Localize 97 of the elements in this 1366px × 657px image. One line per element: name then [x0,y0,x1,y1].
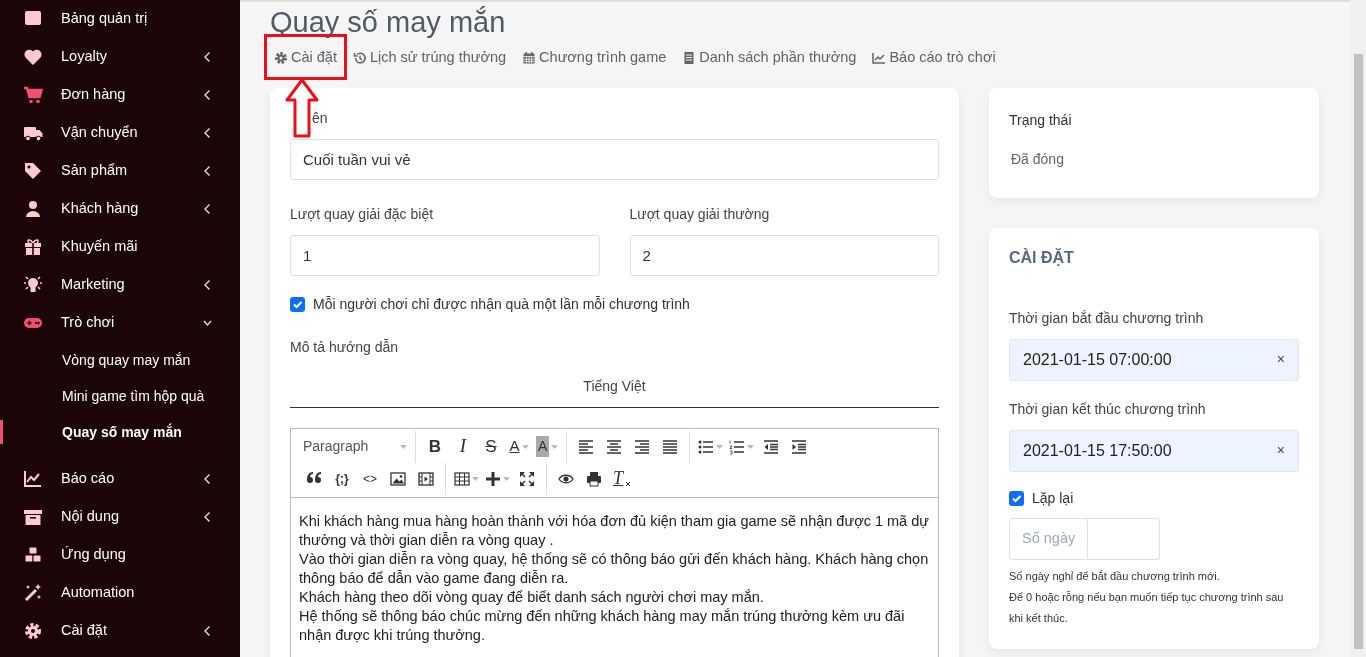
toolbar-button[interactable]: B [421,432,449,461]
bullet-list-icon [698,438,715,455]
name-field[interactable]: Cuối tuần vui vẻ [290,138,939,180]
field-label: Mô tả hướng dẫn [290,337,400,357]
checkbox[interactable] [290,296,305,312]
date-field[interactable]: 2021-01-15 07:00:00 × [1009,338,1299,381]
days-field[interactable] [1088,517,1161,560]
page-tab[interactable]: Lịch sử trúng thưởng [348,43,511,72]
calendar-icon [522,50,537,65]
help-text: Số ngày nghỉ để bắt đầu chương trình mới. [1009,568,1221,584]
submenu-item[interactable]: Quay số may mắn [0,414,240,450]
checkbox-label: Mỗi người chơi chỉ được nhận quà một lần mỗi chương trình [313,294,690,314]
picture-icon [390,470,406,487]
sidebar-item[interactable]: Đơn hàng [0,76,240,114]
sidebar-item[interactable]: Vận chuyển [0,114,240,152]
input-field[interactable]: 1 [290,234,600,276]
cart-icon [22,85,44,105]
caret-icon [716,444,724,449]
align-right-icon [634,438,651,455]
input-addon: Số ngày [1009,517,1089,560]
toolbar-button[interactable]: I [449,432,477,461]
field-label: ên [311,108,329,128]
paragraph: Khi khách hàng mua hàng hoàn thành với hóa đơn đủ kiện tham gia game sẽ nhận được 1 mã dự thưởng và thời gian diễn ra vòng quay . [299,511,930,550]
sidebar-item[interactable]: Sản phẩm [0,152,240,190]
sidebar-item[interactable]: Trò chơi [0,304,240,342]
caret-icon [400,444,407,449]
toolbar-button[interactable]: <> [356,464,384,493]
sidebar-item[interactable]: Ứng dụng [0,536,240,574]
submenu-item[interactable]: Vòng quay may mắn [0,342,240,378]
line-chart-icon [22,469,44,489]
lightbulb-icon [22,275,44,295]
paragraph: Vào thời gian diễn ra vòng quay, hệ thống sẽ có thông báo gửi đến khách hàng. Khách hàng chọn thông báo để dẫn vào game đang diễn ra. [299,549,930,588]
submenu-item[interactable]: Mini game tìm hộp quà [0,378,240,414]
archive-icon [22,507,44,527]
caret-icon [521,444,529,449]
checkbox-label: Lặp lại [1032,488,1074,508]
sidebar-item[interactable]: Báo cáo [0,460,240,498]
video-icon [418,470,434,487]
caret-icon [747,444,755,449]
status-value: Đã đóng [1010,149,1065,169]
paragraph: Khách hàng theo dõi vòng quay để biết danh sách người chơi may mắn. [299,587,765,607]
toolbar-button[interactable]: A [533,432,562,461]
cubes-icon [22,545,44,565]
clear-button[interactable]: × [1276,349,1285,371]
sidebar-item[interactable]: Khuyến mãi [0,228,240,266]
field-label: Thời gian kết thúc chương trình [1009,399,1207,419]
sidebar-item[interactable]: Cài đặt [0,612,240,650]
caret-icon [503,476,510,481]
sidebar-item[interactable]: Khách hàng [0,190,240,228]
sidebar-item[interactable]: Automation [0,574,240,612]
page-tab[interactable]: Báo cáo trò chơi [868,43,1000,72]
fullscreen-icon [519,470,535,487]
scrollbar[interactable] [1350,0,1366,657]
field-label: Lượt quay giải thường [629,204,771,224]
indent-icon [791,438,808,455]
caret-icon [551,444,559,449]
gift-icon [22,237,44,257]
date-field[interactable]: 2021-01-15 17:50:00 × [1009,429,1299,472]
heart-icon [22,47,44,67]
align-left-icon [578,438,595,455]
format-dropdown[interactable]: Paragraph [300,432,410,461]
list-icon [682,50,697,65]
justify-icon [662,438,679,455]
page-tab[interactable]: Danh sách phần thưởng [678,43,861,72]
plus-icon [485,470,501,487]
page-tab[interactable]: Cài đặt [270,43,341,72]
clear-x-icon [625,480,631,487]
page-tab[interactable]: Chương trình game [518,43,671,72]
toolbar-button[interactable]: S [477,432,505,461]
clear-button[interactable]: × [1276,440,1285,462]
toolbar-button[interactable]: A [505,432,533,461]
tag-icon [22,161,44,181]
sidebar-item[interactable]: Loyalty [0,38,240,76]
field-label: Thời gian bắt đầu chương trình [1009,308,1205,328]
field-label: Lượt quay giải đặc biệt [290,204,435,224]
align-center-icon [606,438,623,455]
history-icon [352,50,367,65]
toolbar-button[interactable]: T [608,464,636,493]
printer-icon [586,470,602,487]
card-title: CÀI ĐẶT [1009,247,1075,268]
field-label: Trạng thái [1009,110,1073,130]
caret-icon [472,476,479,481]
help-text: Để 0 hoặc rỗng nếu bạn muốn tiếp tục chương trình sau khi kết thúc. [1009,589,1285,626]
paragraph: Hệ thống sẽ thông báo chúc mừng đến những khách hàng may mắn trúng thưởng kèm ưu đãi nhận được khi trúng thưởng. [299,606,906,645]
outdent-icon [763,438,780,455]
table-icon [454,470,470,487]
sidebar-item[interactable]: Bảng quản trị [0,0,240,38]
language-tab[interactable]: Tiếng Việt [290,367,939,408]
numbered-list-icon [729,438,746,455]
line-chart-icon [872,50,887,65]
gear-icon [274,50,288,65]
sidebar-item[interactable]: Nội dung [0,498,240,536]
gear-icon [22,621,44,641]
input-field[interactable]: 2 [629,234,939,276]
toolbar-button[interactable]: {;} [328,464,356,493]
checkbox[interactable] [1009,490,1024,506]
sidebar-item[interactable]: Marketing [0,266,240,304]
